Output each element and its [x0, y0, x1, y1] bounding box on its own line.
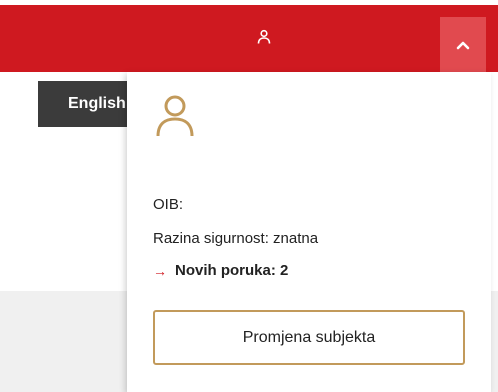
security-level-text: Razina sigurnost: znatna	[153, 230, 319, 247]
arrow-right-icon: →	[153, 262, 167, 279]
app-header	[0, 5, 498, 72]
change-subject-button[interactable]: Promjena subjekta	[153, 310, 465, 365]
new-messages-link[interactable]: → Novih poruka: 2	[153, 262, 288, 279]
chevron-up-icon	[456, 41, 470, 49]
new-messages-label: Novih poruka: 2	[175, 262, 289, 279]
user-icon	[257, 29, 271, 44]
user-menu-button[interactable]	[253, 26, 275, 48]
oib-label: OIB:	[153, 196, 184, 213]
user-avatar-icon	[156, 95, 194, 137]
collapse-menu-button[interactable]	[440, 17, 486, 72]
user-info-panel: OIB: Razina sigurnost: znatna → Novih po…	[127, 72, 491, 392]
